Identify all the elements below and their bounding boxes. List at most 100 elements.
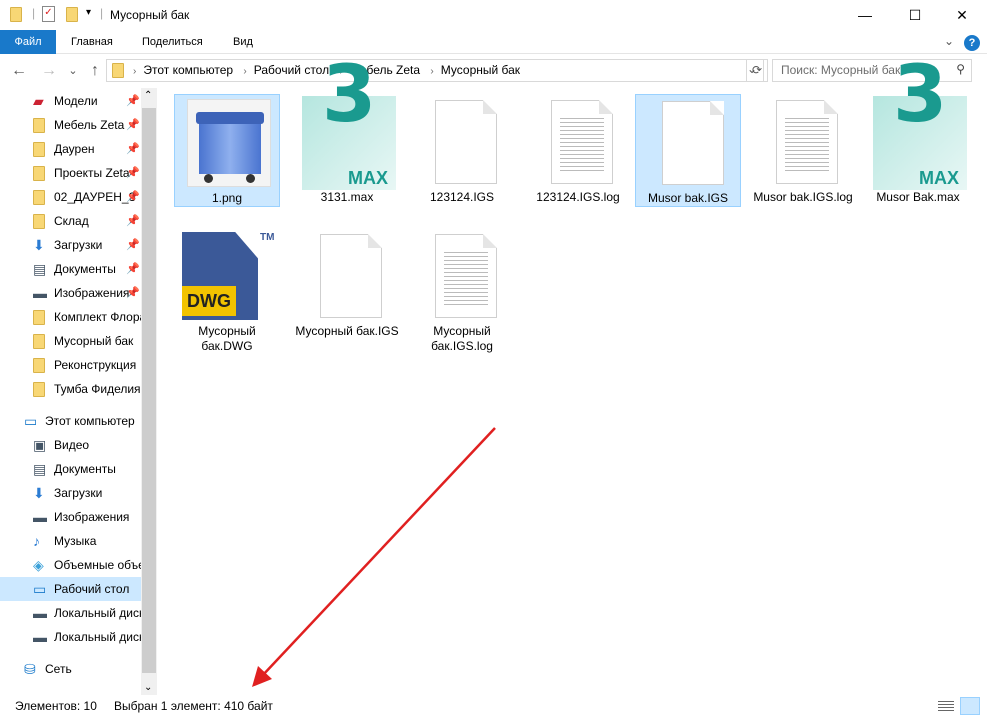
documents-icon: ▤ (33, 461, 47, 477)
pin-icon[interactable]: 📌 (126, 185, 140, 209)
details-view-icon[interactable] (938, 699, 954, 713)
properties-icon[interactable]: ✓ (42, 6, 55, 22)
recent-locations-button[interactable]: ⌄ (62, 58, 84, 84)
title-bar: | ✓ ▾ | Мусорный бак — ☐ ✕ (0, 0, 987, 30)
sidebar-item-label: Тумба Фиделия (54, 382, 141, 396)
sidebar-item-label: Проекты Zeta (54, 166, 130, 180)
sidebar-item[interactable]: Склад 📌 (0, 209, 141, 233)
sidebar-item-label: Рабочий стол (54, 582, 130, 596)
sidebar-item[interactable]: Мебель Zeta 📌 (0, 113, 141, 137)
forward-button[interactable]: → (38, 58, 60, 84)
network-icon: ⛁ (24, 661, 36, 677)
refresh-button[interactable]: ⟳ (746, 59, 768, 82)
max-file-icon: 3 MAX (294, 56, 400, 190)
chevron-right-icon: › (243, 66, 247, 77)
file-item[interactable]: DWG TM Мусорный бак.DWG (174, 228, 280, 354)
up-button[interactable]: ↑ (84, 58, 106, 84)
desktop-icon: ▭ (33, 581, 47, 597)
breadcrumb-desktop[interactable]: Рабочий стол (254, 63, 329, 77)
file-item[interactable]: Мусорный бак.IGS (294, 228, 400, 339)
drive-icon: ▬ (33, 605, 47, 621)
file-name: Musor Bak.max (876, 190, 960, 204)
file-name: Musor bak.IGS.log (753, 190, 853, 204)
search-placeholder: Поиск: Мусорный бак (781, 63, 901, 77)
sidebar-item[interactable]: ⛁ Сеть (0, 657, 141, 681)
sidebar-item[interactable]: ▬ Изображения (0, 505, 141, 529)
file-name: Мусорный бак.DWG (198, 324, 256, 353)
sidebar-item-label: Изображения (54, 286, 130, 300)
sidebar-item[interactable]: ▬ Изображения 📌 (0, 281, 141, 305)
pin-icon[interactable]: 📌 (126, 113, 140, 137)
folder-icon (33, 190, 45, 205)
scroll-down-icon[interactable]: ⌄ (144, 682, 152, 693)
blank-file-icon (294, 228, 400, 324)
sidebar-item-label: Модели (54, 94, 98, 108)
sidebar-item[interactable]: Комплект Флора (0, 305, 141, 329)
sidebar-item[interactable]: ▭ Этот компьютер (0, 409, 141, 433)
address-bar[interactable]: › Этот компьютер › Рабочий стол › Мебель Ze… (106, 59, 764, 82)
pin-icon[interactable]: 📌 (126, 209, 140, 233)
sidebar-item[interactable]: ⬇ Загрузки 📌 (0, 233, 141, 257)
file-item[interactable]: 123124.IGS (409, 94, 515, 205)
sidebar-item[interactable]: ▰ Модели 📌 (0, 89, 141, 113)
sidebar-item[interactable]: ♪ Музыка (0, 529, 141, 553)
sidebar-item[interactable]: Мусорный бак (0, 329, 141, 353)
separator: | (32, 6, 36, 20)
pin-icon[interactable]: 📌 (126, 257, 140, 281)
pictures-icon: ▬ (33, 285, 47, 301)
sidebar-item[interactable]: Даурен 📌 (0, 137, 141, 161)
sidebar-item[interactable]: Тумба Фиделия (0, 377, 141, 401)
sidebar-item[interactable]: ⬇ Загрузки (0, 481, 141, 505)
folder-icon (33, 166, 45, 181)
sidebar-item[interactable]: ▤ Документы (0, 457, 141, 481)
back-button[interactable]: ← (8, 58, 30, 84)
tab-share[interactable]: Поделиться (128, 30, 217, 54)
file-item[interactable]: Мусорный бак.IGS.log (409, 228, 515, 354)
sidebar-item[interactable]: ▭ Рабочий стол (0, 577, 141, 601)
maximize-button[interactable]: ☐ (892, 0, 938, 30)
file-name: 123124.IGS (429, 190, 495, 204)
sidebar-item[interactable]: Проекты Zeta 📌 (0, 161, 141, 185)
sidebar-item[interactable]: ▤ Документы 📌 (0, 257, 141, 281)
sidebar-item-label: Реконструкция (54, 358, 137, 372)
sidebar-item[interactable]: ▬ Локальный диск (0, 601, 141, 625)
file-item[interactable]: 3 MAX Musor Bak.max (865, 56, 971, 205)
sidebar-item[interactable]: Реконструкция (0, 353, 141, 377)
large-icons-view-icon[interactable] (960, 697, 980, 715)
file-item[interactable]: 123124.IGS.log (525, 94, 631, 205)
scroll-up-icon[interactable]: ⌃ (144, 90, 152, 101)
breadcrumb-current[interactable]: Мусорный бак (441, 63, 520, 77)
help-icon[interactable]: ? (964, 35, 980, 51)
breadcrumb-this-pc[interactable]: Этот компьютер (143, 63, 233, 77)
file-item[interactable]: 1.png (174, 94, 280, 207)
sidebar-item[interactable]: ▬ Локальный диск (0, 625, 141, 649)
file-item[interactable]: Musor bak.IGS.log (750, 94, 856, 205)
pictures-icon: ▬ (33, 509, 47, 525)
text-file-icon (525, 94, 631, 190)
file-item[interactable]: 3 MAX 3131.max (294, 56, 400, 205)
scrollbar-thumb[interactable] (142, 108, 156, 673)
navigation-bar: ← → ⌄ ↑ › Этот компьютер › Рабочий стол › М… (0, 58, 987, 86)
pin-icon[interactable]: 📌 (126, 233, 140, 257)
pin-icon[interactable]: 📌 (126, 161, 140, 185)
sidebar-item-label: Документы (54, 262, 116, 276)
tab-home[interactable]: Главная (57, 30, 127, 54)
file-name: Мусорный бак.IGS.log (431, 324, 493, 353)
file-item[interactable]: Musor bak.IGS (635, 94, 741, 207)
tab-view[interactable]: Вид (219, 30, 267, 54)
customize-toolbar-icon[interactable]: ▾ (86, 7, 91, 18)
folder-icon (33, 382, 45, 397)
pin-icon[interactable]: 📌 (126, 137, 140, 161)
expand-ribbon-icon[interactable]: ⌄ (944, 34, 954, 48)
pin-icon[interactable]: 📌 (126, 89, 140, 113)
download-icon: ⬇ (33, 237, 45, 253)
sidebar-item-label: Даурен (54, 142, 95, 156)
close-button[interactable]: ✕ (939, 0, 985, 30)
new-folder-icon[interactable] (66, 7, 78, 22)
tab-file[interactable]: Файл (0, 30, 56, 54)
sidebar-item[interactable]: ◈ Объемные объекты (0, 553, 141, 577)
sidebar-item[interactable]: ▣ Видео (0, 433, 141, 457)
sidebar-item[interactable]: 02_ДАУРЕН_З 📌 (0, 185, 141, 209)
pin-icon[interactable]: 📌 (126, 281, 140, 305)
minimize-button[interactable]: — (842, 0, 888, 30)
